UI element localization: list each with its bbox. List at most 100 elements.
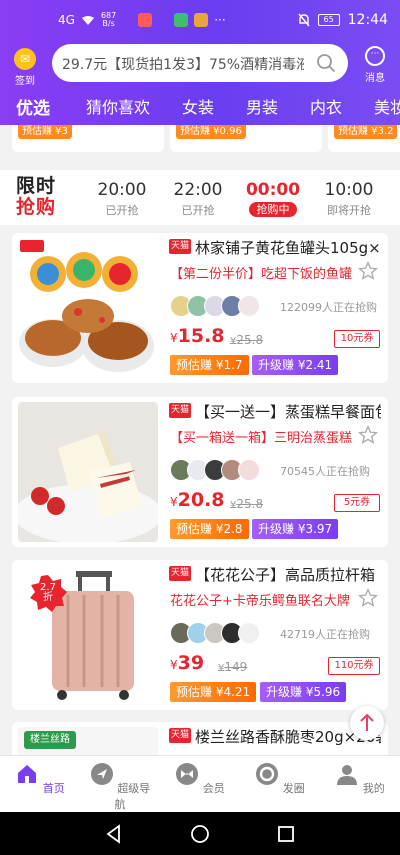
category-tabs: 优选 猜你喜欢 女装 男装 内衣 美妆 <box>0 88 400 122</box>
upgrade-earn-badge[interactable]: 升级赚 ¥3.97 <box>252 519 339 539</box>
price-value: 15.8 <box>177 325 225 347</box>
tab-label: 超级导航 <box>114 782 151 811</box>
original-price: ¥25.8 <box>230 333 263 347</box>
favorite-star-icon[interactable] <box>358 261 378 281</box>
time-slot-active[interactable]: 00:00 抢购中 <box>241 180 305 217</box>
product-image[interactable]: 楼兰丝路 <box>18 727 158 755</box>
network-speed-unit: B/s <box>102 19 115 28</box>
steamed-cake-image <box>18 430 158 542</box>
flash-sale-logo: 限时 抢购 <box>16 176 62 220</box>
time-slot[interactable]: 22:00 已开抢 <box>166 180 230 218</box>
more-notifications-icon: ··· <box>214 13 226 27</box>
product-card[interactable]: 楼兰丝路 天猫 楼兰丝路香酥脆枣20g×20袋 <box>12 722 388 755</box>
upgrade-earn-badge[interactable]: 升级赚 ¥2.41 <box>252 355 339 375</box>
product-title: 【花花公子】高品质拉杆箱 <box>195 566 376 584</box>
avatar <box>238 295 260 317</box>
coupon-tag[interactable]: 10元券 <box>334 330 380 348</box>
time-slot-status: 已开抢 <box>181 204 215 217</box>
membership-icon <box>176 763 199 785</box>
tab-underwear[interactable]: 内衣 <box>310 94 342 118</box>
signin-label: 签到 <box>15 76 35 87</box>
tab-label: 发圈 <box>282 782 305 795</box>
flash-sale-logo-bottom: 抢购 <box>16 196 57 218</box>
tab-home[interactable]: 首页 <box>5 762 75 796</box>
time-slot-time: 20:00 <box>97 180 147 200</box>
price-value: 20.8 <box>177 489 225 511</box>
tab-profile[interactable]: 我的 <box>325 762 395 796</box>
tab-moments[interactable]: 发圈 <box>245 762 315 796</box>
wechat-app-icon <box>174 13 189 27</box>
time-slot-status: 即将开抢 <box>327 204 371 217</box>
buyer-avatars <box>170 295 278 317</box>
product-image[interactable] <box>18 238 158 378</box>
partial-card[interactable]: 预估赚 ¥3.2 <box>328 125 400 152</box>
status-left: 4G 687 B/s ··· <box>58 12 226 28</box>
favorite-star-icon[interactable] <box>358 588 378 608</box>
time-slot-status: 抢购中 <box>249 202 297 217</box>
partial-product-strip: 预估赚 ¥3 预估赚 ¥0.96 预估赚 ¥3.2 <box>0 125 400 170</box>
original-price: ¥149 <box>218 660 247 674</box>
upgrade-earn-badge[interactable]: 升级赚 ¥5.96 <box>260 682 347 702</box>
status-right: 65 12:44 <box>298 12 388 28</box>
time-slot-time: 10:00 <box>324 180 374 200</box>
tab-membership[interactable]: 会员 <box>165 762 235 796</box>
currency-symbol: ¥ <box>170 331 178 345</box>
tab-super-navigation[interactable]: 超级导航 <box>85 762 155 812</box>
target-icon <box>256 763 279 785</box>
app-screen: 4G 687 B/s ··· 65 12:44 ✉ 签到 29.7元【现货拍1发3… <box>0 0 400 855</box>
tab-featured[interactable]: 优选 <box>16 94 50 119</box>
tab-label: 会员 <box>202 782 225 795</box>
product-price: ¥20.8 <box>170 489 225 511</box>
message-button[interactable]: ··· 消息 <box>360 46 390 84</box>
coupon-tag[interactable]: 110元券 <box>328 657 380 675</box>
product-card[interactable]: 天猫 林家铺子黄花鱼罐头105g×4罐 【第二份半价】吃超下饭的鱼罐头 1220… <box>12 233 388 383</box>
product-list: 天猫 林家铺子黄花鱼罐头105g×4罐 【第二份半价】吃超下饭的鱼罐头 1220… <box>0 225 400 755</box>
product-promo: 花花公子+卡帝乐鳄鱼联名大牌 <box>170 594 350 609</box>
favorite-star-icon[interactable] <box>358 425 378 445</box>
product-image[interactable] <box>18 402 158 542</box>
estimate-earn-badge: 预估赚 ¥2.8 <box>170 519 249 539</box>
time-slot-time: 00:00 <box>245 180 301 200</box>
buyer-avatars <box>170 622 278 644</box>
back-to-top-button[interactable] <box>350 706 384 740</box>
search-box[interactable]: 29.7元【现货拍1发3】75%酒精消毒液 <box>52 44 348 82</box>
price-value: 39 <box>177 652 205 674</box>
product-card[interactable]: 天猫 【买一送一】蒸蛋糕早餐面包 【买一箱送一箱】三明治蒸蛋糕 70545人正在… <box>12 397 388 547</box>
tab-mens[interactable]: 男装 <box>246 94 278 118</box>
discount-badge: 2.7 折 <box>28 573 68 613</box>
product-promo: 【第二份半价】吃超下饭的鱼罐头 <box>170 267 352 282</box>
tab-beauty[interactable]: 美妆 <box>374 94 400 118</box>
flash-sale-logo-top: 限时 <box>16 175 57 197</box>
product-image[interactable]: 2.7 折 <box>18 565 158 705</box>
time-slot[interactable]: 20:00 已开抢 <box>90 180 154 218</box>
message-label: 消息 <box>365 73 385 84</box>
estimate-pill: 预估赚 ¥0.96 <box>176 125 246 139</box>
wifi-icon <box>81 15 94 25</box>
search-icon[interactable] <box>316 53 336 73</box>
home-circle-icon[interactable] <box>190 824 210 844</box>
message-icon: ··· <box>365 46 385 66</box>
partial-card[interactable]: 预估赚 ¥0.96 <box>170 125 322 152</box>
envelope-icon: ✉ <box>14 48 36 70</box>
taobao-app-icon <box>138 13 153 27</box>
mute-bell-icon <box>298 13 310 27</box>
buyer-count: 70545人正在抢购 <box>280 465 370 478</box>
buyer-avatars <box>170 459 278 481</box>
time-slot[interactable]: 10:00 即将开抢 <box>317 180 381 218</box>
recent-apps-icon[interactable] <box>276 824 296 844</box>
coupon-tag[interactable]: 5元券 <box>334 494 380 512</box>
product-card[interactable]: 2.7 折 天猫 【花花公子】高品质拉杆箱 花花公子+卡帝乐鳄鱼联名大牌 4271… <box>12 560 388 710</box>
tab-guess-you-like[interactable]: 猜你喜欢 <box>86 94 150 118</box>
estimate-pill: 预估赚 ¥3 <box>18 125 72 139</box>
back-icon[interactable] <box>104 824 124 844</box>
tmall-badge: 天猫 <box>169 566 191 581</box>
tab-womens[interactable]: 女装 <box>182 94 214 118</box>
signin-button[interactable]: ✉ 签到 <box>10 48 40 87</box>
product-price: ¥39 <box>170 652 204 674</box>
estimate-earn-badge: 预估赚 ¥1.7 <box>170 355 249 375</box>
discount-text: 2.7 折 <box>32 583 64 603</box>
product-price: ¥15.8 <box>170 325 225 347</box>
original-price: ¥25.8 <box>230 497 263 511</box>
currency-symbol: ¥ <box>170 495 178 509</box>
partial-card[interactable]: 预估赚 ¥3 <box>12 125 164 152</box>
